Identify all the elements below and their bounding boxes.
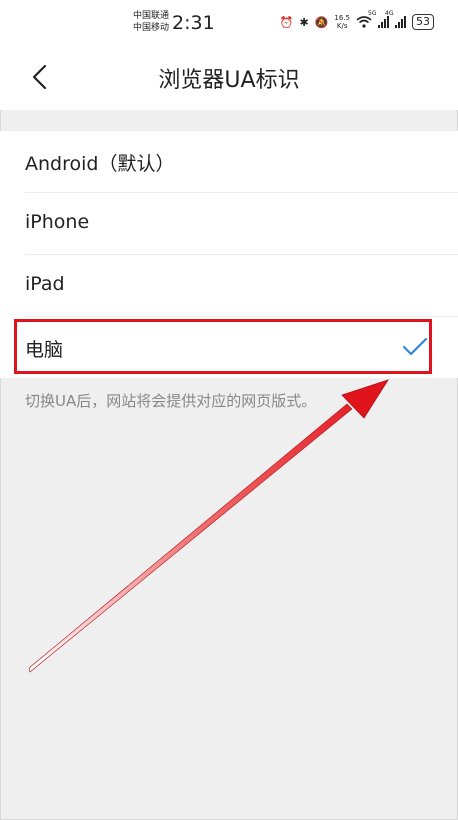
annotation-arrow [28,379,389,673]
